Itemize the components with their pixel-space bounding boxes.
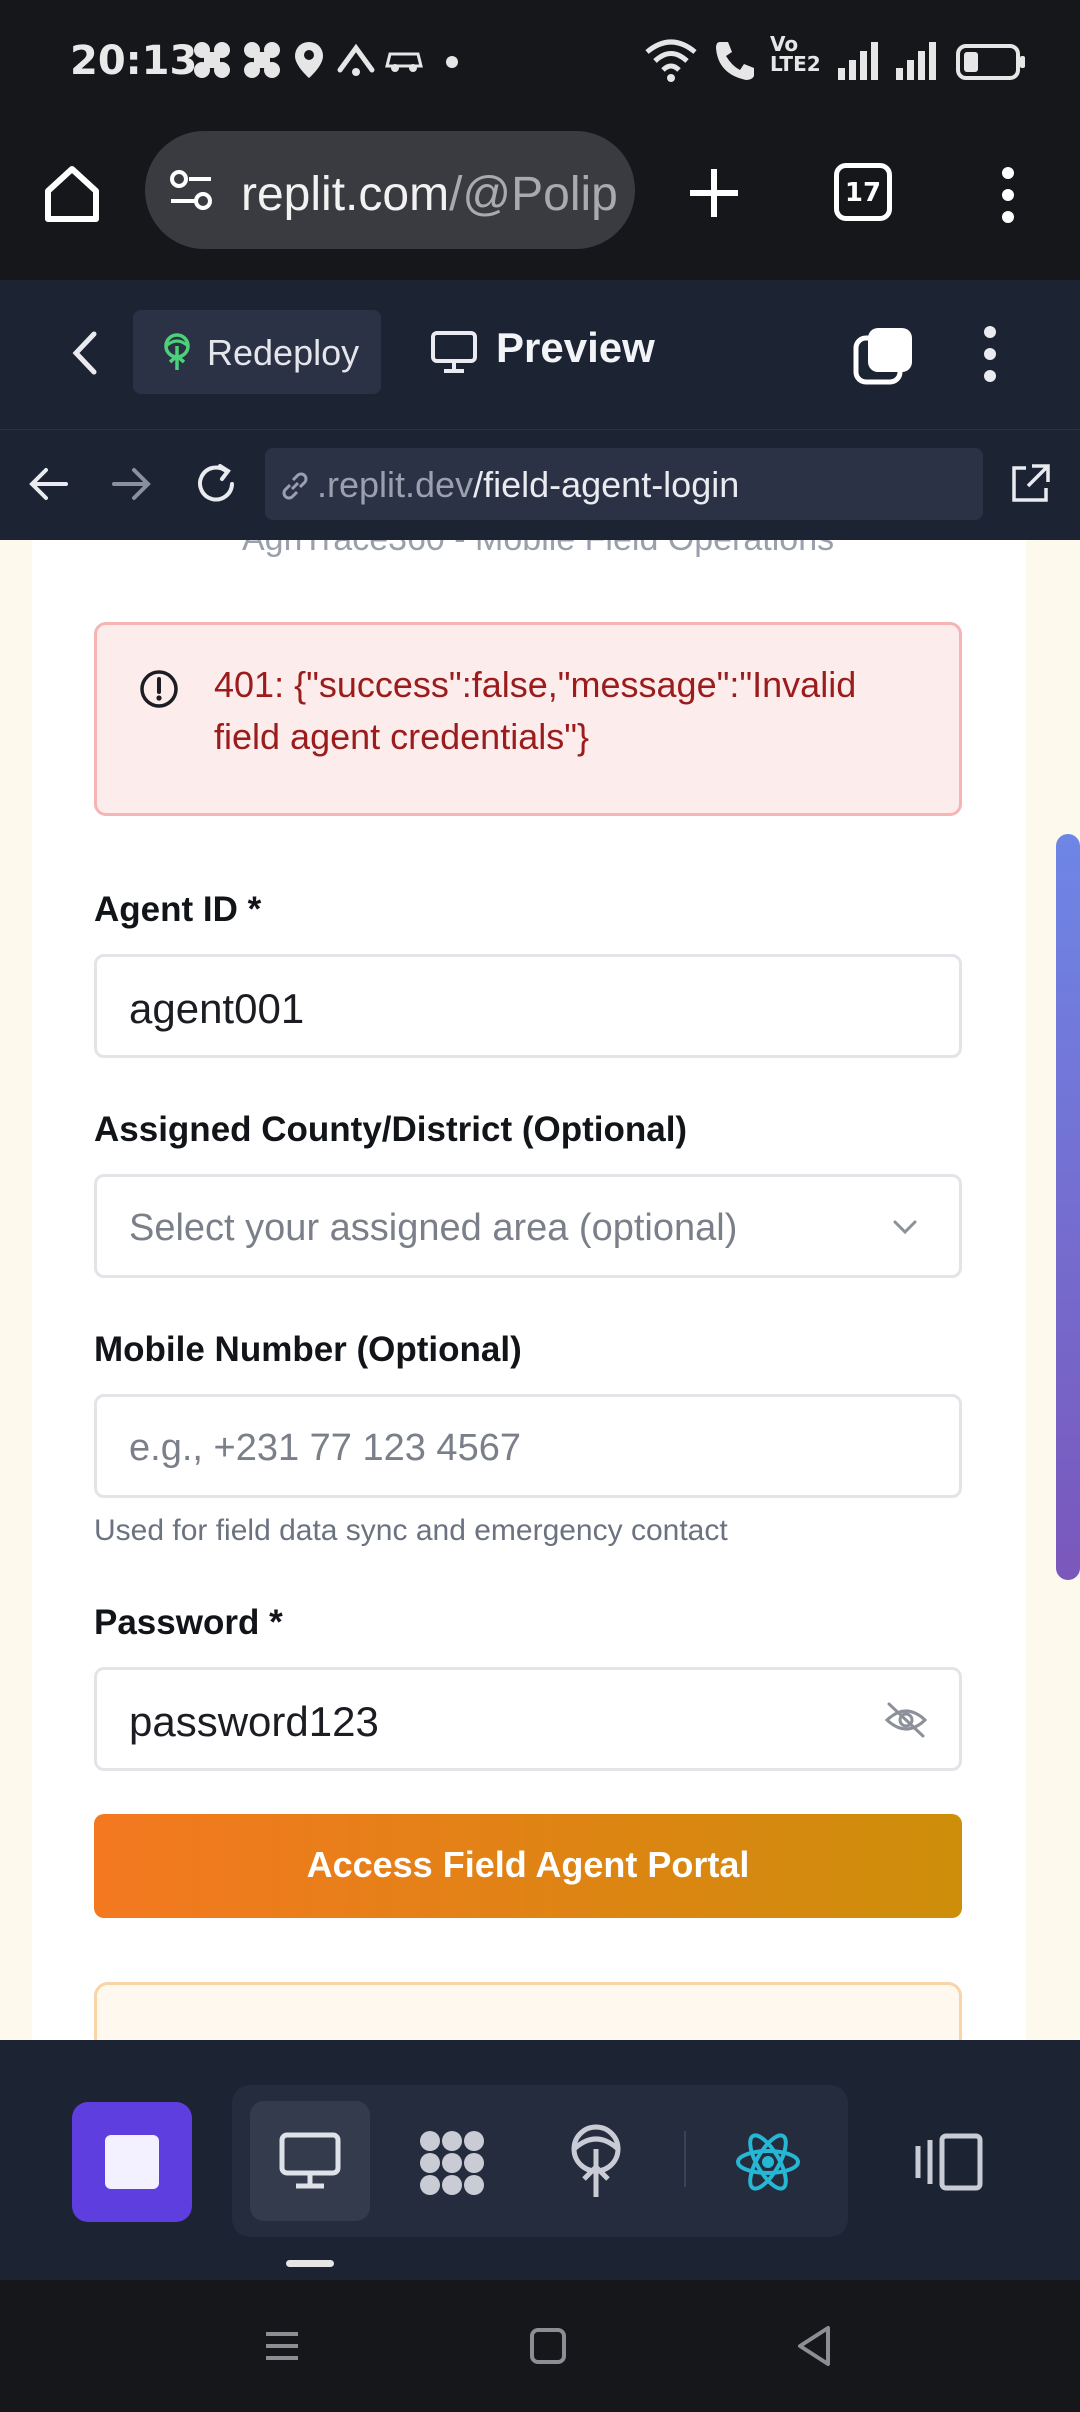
battery-icon [956, 44, 1026, 80]
panel-toggle-icon[interactable] [912, 2132, 984, 2192]
refresh-icon[interactable] [192, 460, 240, 508]
login-card: AgriTrace360 - Mobile Field Operations 4… [32, 540, 1026, 2040]
tabs-icon[interactable]: 17 [834, 163, 892, 221]
dock-tab-agent[interactable] [416, 2127, 488, 2199]
arrow-right-icon[interactable] [110, 464, 154, 504]
password-value: password123 [129, 1698, 379, 1745]
deploy-icon [571, 2124, 621, 2197]
agent-id-value: agent001 [129, 985, 305, 1032]
preview-icon[interactable] [430, 330, 478, 374]
menu-icon[interactable] [994, 165, 1022, 225]
status-time: 20:13 [70, 38, 198, 84]
eye-off-icon[interactable] [883, 1698, 929, 1742]
preview-tab-label[interactable]: Preview [496, 324, 655, 372]
browser-url-path: /@Polip [449, 168, 618, 221]
recent-apps-icon[interactable] [262, 2326, 302, 2366]
error-message: 401: {"success":false,"message":"Invalid… [214, 664, 857, 757]
back-nav-icon[interactable] [794, 2324, 834, 2368]
county-placeholder: Select your assigned area (optional) [129, 1207, 738, 1249]
location-icon [292, 40, 326, 80]
status-bar: 20:13 Vo LTE2 [0, 0, 1080, 125]
home-nav-icon[interactable] [528, 2326, 568, 2366]
agent-id-label: Agent ID * [94, 890, 262, 929]
mobile-label: Mobile Number (Optional) [94, 1330, 522, 1369]
page-scrollbar[interactable] [1056, 834, 1080, 1580]
tab-count: 17 [844, 178, 882, 208]
dock-tab-react[interactable] [734, 2129, 802, 2195]
volte-icon: Vo LTE2 [770, 32, 821, 76]
browser-url-host: replit.com [241, 168, 450, 221]
agent-icon [420, 2131, 484, 2195]
signal-icon [894, 40, 938, 82]
browser-url-bar[interactable]: replit.com/@Polip [145, 131, 635, 249]
preview-address-row: .replit.dev/field-agent-login [0, 430, 1080, 540]
react-icon [736, 2133, 800, 2191]
preview-url-path: /field-agent-login [473, 464, 740, 505]
dock-indicator [286, 2260, 334, 2267]
access-portal-label: Access Field Agent Portal [306, 1844, 750, 1885]
wifi-calling-icon [712, 38, 762, 82]
app-notification-icon [192, 40, 232, 80]
redeploy-button[interactable]: Redeploy [133, 310, 381, 394]
site-settings-icon[interactable] [167, 165, 217, 215]
dock-tab-group [232, 2085, 848, 2237]
password-label: Password * [94, 1603, 283, 1642]
dot-icon [446, 56, 458, 68]
preview-url-prefix: .replit.dev [317, 464, 474, 505]
replit-toolbar: Redeploy Preview [0, 280, 1080, 430]
android-nav-bar [0, 2280, 1080, 2412]
back-chevron-icon[interactable] [66, 328, 102, 378]
assistant-icon [336, 40, 376, 80]
mobile-placeholder: e.g., +231 77 123 4567 [129, 1427, 521, 1469]
redeploy-label: Redeploy [207, 332, 360, 373]
car-icon [384, 46, 424, 74]
app-notification-icon [242, 40, 282, 80]
wifi-icon [645, 38, 697, 82]
stop-icon [105, 2135, 159, 2189]
signal-icon [836, 40, 880, 82]
county-label: Assigned County/District (Optional) [94, 1110, 688, 1149]
mobile-help-text: Used for field data sync and emergency c… [94, 1514, 728, 1547]
dock-tab-deploy[interactable] [566, 2123, 626, 2201]
arrow-left-icon[interactable] [26, 464, 70, 504]
dock-divider [684, 2131, 686, 2187]
chevron-down-icon [889, 1215, 921, 1239]
password-input[interactable]: password123 [94, 1667, 962, 1771]
home-icon[interactable] [40, 161, 104, 225]
browser-toolbar: replit.com/@Polip 17 [0, 125, 1080, 280]
monitor-icon [278, 2131, 342, 2191]
agent-id-input[interactable]: agent001 [94, 954, 962, 1058]
preview-url-field[interactable]: .replit.dev/field-agent-login [265, 448, 983, 520]
open-external-icon[interactable] [1008, 462, 1052, 506]
error-alert: 401: {"success":false,"message":"Invalid… [94, 622, 962, 816]
new-window-icon[interactable] [852, 324, 916, 386]
page-subtitle: AgriTrace360 - Mobile Field Operations [242, 540, 834, 559]
alert-circle-icon [139, 669, 179, 709]
new-tab-icon[interactable] [684, 163, 744, 223]
replit-dock [0, 2040, 1080, 2280]
access-portal-button[interactable]: Access Field Agent Portal [94, 1814, 962, 1918]
mobile-input[interactable]: e.g., +231 77 123 4567 [94, 1394, 962, 1498]
deploy-icon [159, 332, 195, 372]
county-select[interactable]: Select your assigned area (optional) [94, 1174, 962, 1278]
web-page: AgriTrace360 - Mobile Field Operations 4… [0, 540, 1080, 2040]
link-icon [277, 468, 313, 504]
info-box [94, 1982, 962, 2040]
replit-menu-icon[interactable] [976, 324, 1004, 384]
dock-tab-preview[interactable] [250, 2101, 370, 2221]
stop-button[interactable] [72, 2102, 192, 2222]
